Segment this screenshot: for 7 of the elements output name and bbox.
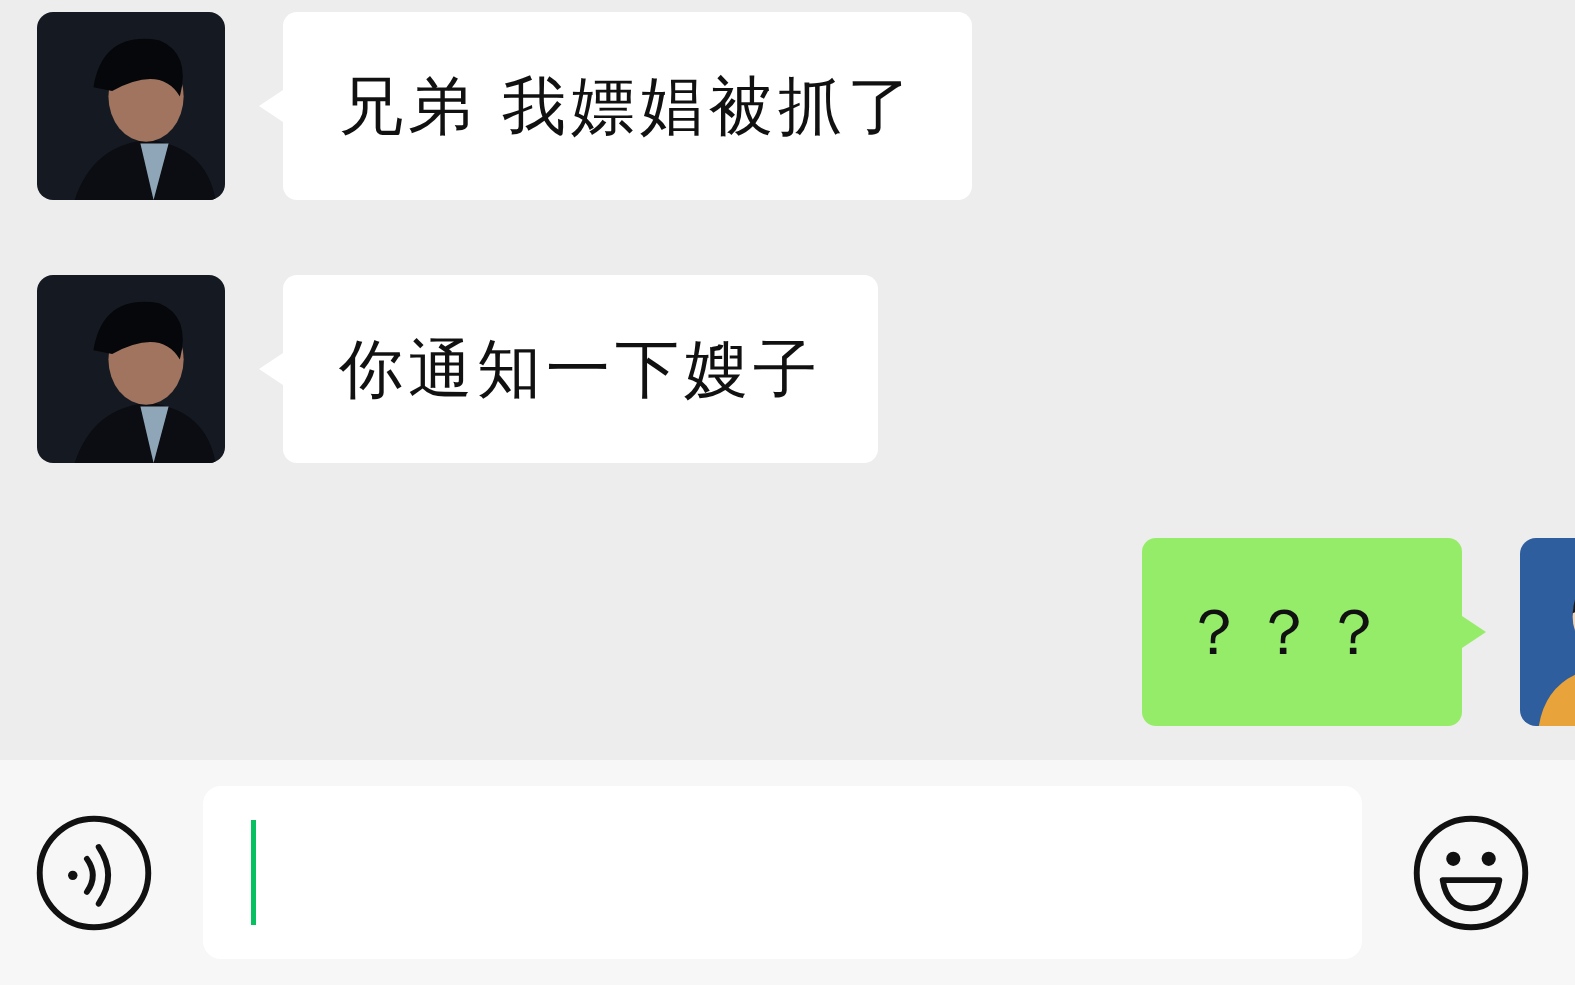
message-bubble: ？？？ [1142,538,1462,726]
bubble-tail [1462,616,1486,648]
message-bubble: 你通知一下嫂子 [283,275,878,463]
smiley-icon[interactable] [1412,813,1530,932]
message-bubble: 兄弟 我嫖娼被抓了 [283,12,973,200]
voice-icon[interactable] [35,813,153,932]
message-input[interactable] [203,786,1362,959]
